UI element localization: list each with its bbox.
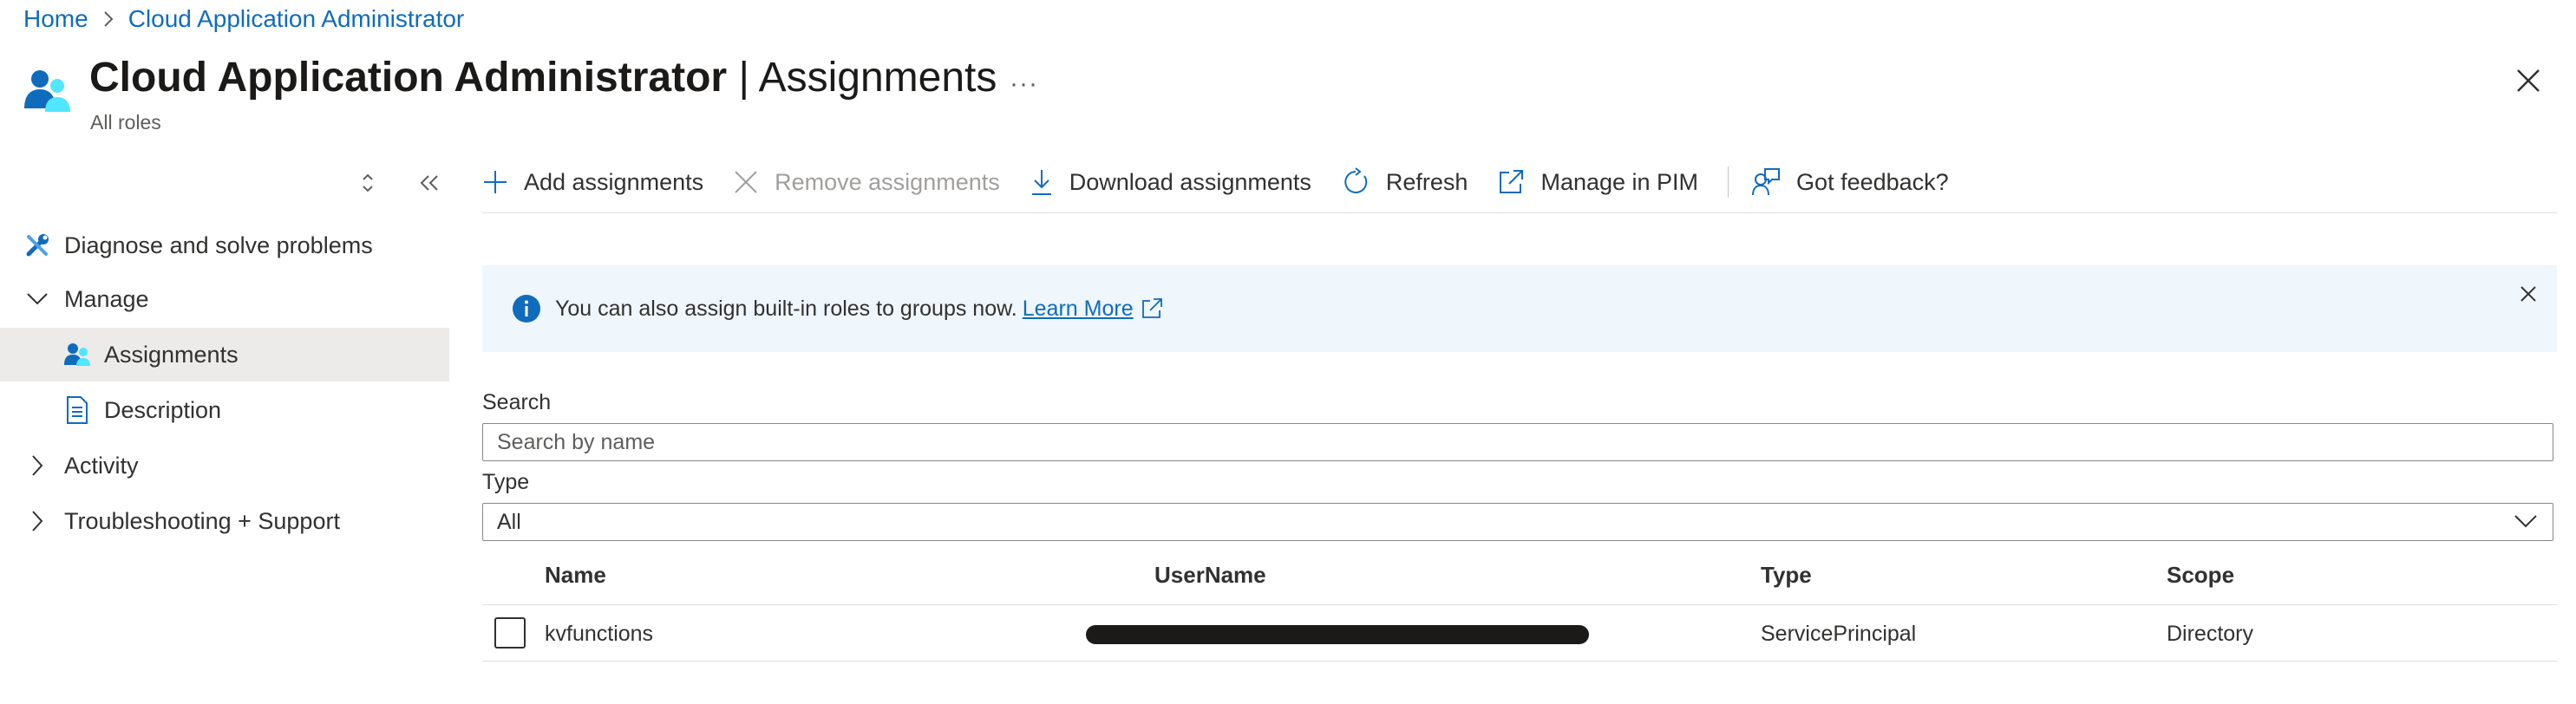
type-select[interactable]: All (482, 503, 2553, 541)
sort-updown-icon[interactable] (359, 172, 376, 194)
nav-label-assignments: Assignments (104, 341, 239, 368)
table-row-divider (482, 661, 2557, 662)
banner-text: You can also assign built-in roles to gr… (555, 296, 1017, 321)
info-icon (512, 294, 541, 323)
column-header-scope[interactable]: Scope (2167, 562, 2234, 589)
remove-assignments-label: Remove assignments (775, 168, 1000, 195)
nav-item-manage[interactable]: Manage (0, 272, 472, 326)
add-assignments-label: Add assignments (524, 168, 704, 195)
column-header-type[interactable]: Type (1761, 562, 1812, 589)
nav-label-activity: Activity (64, 452, 139, 479)
plus-icon (482, 169, 508, 195)
toolbar-divider-line (482, 212, 2557, 213)
redacted-username (1086, 625, 1589, 644)
chevron-down-icon (2513, 512, 2539, 530)
page-subtitle: All roles (90, 111, 161, 134)
download-assignments-label: Download assignments (1069, 168, 1311, 195)
chevron-down-icon (23, 284, 52, 314)
feedback-icon (1751, 167, 1781, 197)
document-icon (62, 395, 92, 425)
row-select-checkbox[interactable] (494, 617, 526, 649)
nav-label-description: Description (104, 396, 222, 423)
nav-item-assignments[interactable]: Assignments (0, 328, 449, 381)
add-assignments-button[interactable]: Add assignments (482, 169, 703, 196)
page-title-section: Assignments (758, 55, 997, 101)
wrench-icon (23, 231, 52, 260)
nav-label-manage: Manage (64, 285, 149, 312)
page-title: Cloud Application Administrator | Assign… (89, 54, 997, 101)
breadcrumb-home-link[interactable]: Home (23, 5, 88, 33)
external-link-icon (1497, 168, 1525, 196)
got-feedback-button[interactable]: Got feedback? (1751, 167, 1949, 197)
more-options-button[interactable]: ··· (1010, 69, 1038, 99)
manage-in-pim-button[interactable]: Manage in PIM (1497, 168, 1698, 196)
row-name[interactable]: kvfunctions (545, 622, 653, 647)
refresh-label: Refresh (1385, 168, 1468, 195)
column-header-name[interactable]: Name (545, 562, 606, 589)
nav-item-description[interactable]: Description (0, 383, 449, 437)
close-icon[interactable] (2515, 68, 2541, 94)
external-link-icon (1141, 297, 1163, 320)
download-icon (1030, 168, 1054, 196)
users-icon (62, 340, 92, 369)
refresh-button[interactable]: Refresh (1341, 167, 1468, 197)
chevron-right-icon (23, 451, 52, 480)
nav-item-activity[interactable]: Activity (0, 439, 472, 492)
nav-item-diagnose[interactable]: Diagnose and solve problems (0, 218, 472, 272)
info-banner: You can also assign built-in roles to gr… (482, 265, 2557, 352)
toolbar-divider (1728, 166, 1729, 198)
banner-close-icon[interactable] (2519, 284, 2538, 303)
type-select-value: All (497, 509, 521, 534)
breadcrumb: Home Cloud Application Administrator (23, 5, 464, 33)
row-type: ServicePrincipal (1761, 622, 1917, 646)
breadcrumb-current-link[interactable]: Cloud Application Administrator (128, 5, 465, 33)
collapse-double-chevron-icon[interactable] (418, 173, 441, 193)
type-label: Type (482, 470, 530, 494)
learn-more-link[interactable]: Learn More (1023, 297, 1134, 322)
got-feedback-label: Got feedback? (1796, 168, 1949, 195)
role-users-icon (23, 67, 73, 115)
row-scope: Directory (2167, 622, 2254, 646)
chevron-right-icon (23, 506, 52, 536)
nav-label-troubleshooting: Troubleshooting + Support (64, 507, 340, 534)
nav-item-troubleshooting[interactable]: Troubleshooting + Support (0, 494, 472, 548)
chevron-right-icon (102, 10, 114, 29)
manage-in-pim-label: Manage in PIM (1540, 168, 1699, 195)
nav-label-diagnose: Diagnose and solve problems (64, 231, 373, 258)
search-label: Search (482, 390, 552, 414)
x-icon (733, 169, 759, 195)
page-title-separator: | (738, 55, 749, 101)
page-title-main: Cloud Application Administrator (89, 55, 728, 101)
column-header-username[interactable]: UserName (1154, 562, 1266, 589)
refresh-icon (1341, 167, 1370, 197)
download-assignments-button[interactable]: Download assignments (1030, 168, 1311, 196)
command-toolbar: Add assignments Remove assignments Downl… (482, 160, 1978, 204)
search-input[interactable] (482, 423, 2553, 461)
remove-assignments-button[interactable]: Remove assignments (733, 169, 1000, 196)
